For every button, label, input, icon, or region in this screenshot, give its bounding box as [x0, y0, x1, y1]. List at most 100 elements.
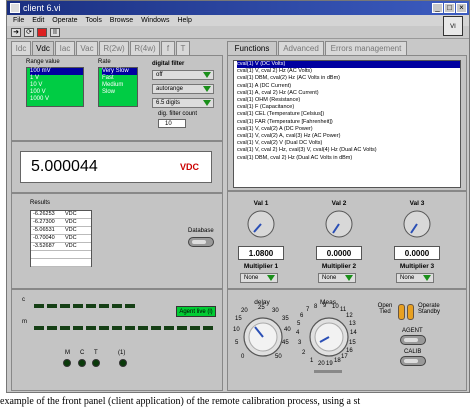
function-item[interactable]: cval(1) V, cval(2) A, cval(3) Hz (AC Pow…: [237, 133, 460, 140]
tab-errors-management[interactable]: Errors management: [325, 41, 407, 55]
meas-slider[interactable]: [314, 370, 342, 373]
title-bar: client 6.vi _ □ ×: [7, 1, 469, 15]
menu-tools[interactable]: Tools: [86, 17, 102, 24]
delay-tick: 20: [241, 308, 248, 314]
val3-knob[interactable]: [401, 208, 433, 240]
tab-vac[interactable]: Vac: [76, 41, 98, 55]
function-item[interactable]: cval(1) DBM, cval 2) Hz (Dual AC Volts i…: [237, 155, 460, 162]
range-list[interactable]: 100 mV 1 V 10 V 100 V 1000 V: [26, 67, 84, 107]
multiplier1-ring[interactable]: None: [240, 273, 278, 283]
operate-standby-toggle[interactable]: [407, 304, 414, 320]
run-arrow-icon[interactable]: ➜: [11, 28, 21, 37]
meas-tick: 1: [310, 358, 314, 364]
indicator-bar: [190, 326, 200, 330]
menu-edit[interactable]: Edit: [32, 17, 44, 24]
function-item[interactable]: cval(1) A, cval 2) Hz (AC Current): [237, 90, 460, 97]
tab-vdc[interactable]: Vdc: [32, 41, 54, 55]
result-row: [31, 251, 91, 259]
run-continuous-icon[interactable]: ⟳: [24, 28, 34, 37]
reading-display: 5.000044 VDC: [20, 151, 212, 183]
menu-help[interactable]: Help: [177, 17, 191, 24]
range-item[interactable]: 1000 V: [30, 96, 83, 103]
toolbar: ➜ ⟳ II VI: [7, 16, 469, 39]
rate-list[interactable]: Very Slow Fast Medium Slow: [98, 67, 138, 107]
function-item[interactable]: cval(1) V, cval(2) V (Dual DC Volts): [237, 140, 460, 147]
function-item[interactable]: cval(1) OHM (Resistance): [237, 97, 460, 104]
results-list[interactable]: -6.26253 VDC -6.27300 VDC -5.06531 VDC -0.7…: [30, 210, 92, 267]
val1-knob[interactable]: [245, 208, 277, 240]
range-label: Range value: [26, 59, 60, 65]
app-icon: [10, 3, 20, 13]
rate-item[interactable]: Very Slow: [102, 68, 137, 75]
calib-label: CALIB: [404, 349, 422, 355]
function-item[interactable]: cval(1) V, cval 2) Hz, cval(3) V, cval(4…: [237, 147, 460, 154]
function-item[interactable]: cval(1) FAR (Temperature [Fahrenheit]): [237, 119, 460, 126]
multiplier2-ring[interactable]: None: [318, 273, 356, 283]
result-row: -3.52687 VDC: [31, 243, 91, 251]
function-item[interactable]: cval(1) A (DC Current): [237, 83, 460, 90]
menu-operate[interactable]: Operate: [52, 17, 77, 24]
range-item[interactable]: 1 V: [30, 75, 83, 82]
result-value: -0.70040: [33, 235, 55, 241]
tab-iac[interactable]: Iac: [55, 41, 75, 55]
result-unit: VDC: [65, 243, 77, 249]
function-item[interactable]: cval(1) V, cval(2) A (DC Power): [237, 126, 460, 133]
indicator-bar: [203, 326, 213, 330]
app-window: client 6.vi _ □ × File Edit Operate Tool…: [6, 0, 470, 393]
tab-f[interactable]: f: [161, 41, 175, 55]
tab-idc[interactable]: Idc: [11, 41, 31, 55]
val2-field[interactable]: 0.0000: [316, 246, 362, 260]
indicator-bar: [47, 326, 57, 330]
function-item[interactable]: cval(1) F (Capacitance): [237, 104, 460, 111]
agent-button[interactable]: [400, 335, 426, 345]
range-mode-ring[interactable]: autorange: [152, 84, 214, 94]
led-m-label: M: [65, 350, 70, 356]
meas-tick: 4: [296, 330, 300, 336]
tab-r4w[interactable]: R(4w): [130, 41, 160, 55]
rate-item[interactable]: Slow: [102, 89, 137, 96]
vi-logo: VI: [443, 16, 463, 36]
tab-advanced[interactable]: Advanced: [278, 41, 324, 55]
indicator-bar: [34, 304, 44, 308]
minimize-button[interactable]: _: [432, 3, 443, 13]
result-value: -6.26253: [33, 211, 55, 217]
open-tied-toggle[interactable]: [398, 304, 405, 320]
val2-knob[interactable]: [323, 208, 355, 240]
menu-browse[interactable]: Browse: [110, 17, 133, 24]
tab-t[interactable]: T: [176, 41, 190, 55]
delay-tick: 0: [241, 354, 245, 360]
pause-icon[interactable]: II: [50, 28, 60, 37]
result-value: -6.27300: [33, 219, 55, 225]
close-button[interactable]: ×: [456, 3, 467, 13]
delay-tick: 35: [282, 316, 289, 322]
control-panel: delay 0 5 10 15 20 25 30 35 40 45 50 Mea…: [227, 289, 467, 391]
digits-ring[interactable]: 6.5 digits: [152, 98, 214, 108]
abort-icon[interactable]: [37, 28, 47, 37]
database-button[interactable]: [188, 237, 214, 247]
range-item[interactable]: 100 V: [30, 89, 83, 96]
indicator-bar: [112, 326, 122, 330]
function-item[interactable]: cval(1) DBM, cval(2) Hz (AC Volts in dBm…: [237, 75, 460, 82]
digital-filter-label: digital filter: [152, 61, 185, 67]
range-item[interactable]: 10 V: [30, 82, 83, 89]
rate-item[interactable]: Fast: [102, 75, 137, 82]
menu-windows[interactable]: Windows: [141, 17, 169, 24]
function-item[interactable]: cval(1) V, cval 2) Hz (AC Volts): [237, 68, 460, 75]
multiplier3-ring[interactable]: None: [396, 273, 434, 283]
filter-count-field[interactable]: 10: [158, 119, 186, 128]
range-item[interactable]: 100 mV: [30, 68, 83, 75]
maximize-button[interactable]: □: [444, 3, 455, 13]
val3-field[interactable]: 0.0000: [394, 246, 440, 260]
rate-item[interactable]: Medium: [102, 82, 137, 89]
menu-file[interactable]: File: [13, 17, 24, 24]
calib-button[interactable]: [400, 356, 426, 366]
functions-list[interactable]: cval(1) V (DC Volts) cval(1) V, cval 2) …: [233, 60, 461, 188]
indicator-bar: [73, 304, 83, 308]
val1-field[interactable]: 1.0800: [238, 246, 284, 260]
meas-tick: 12: [346, 313, 353, 319]
tab-functions[interactable]: Functions: [227, 41, 277, 55]
function-item[interactable]: cval(1) V (DC Volts): [237, 61, 460, 69]
tab-r2w[interactable]: R(2w): [99, 41, 129, 55]
filter-mode-ring[interactable]: off: [152, 70, 214, 80]
function-item[interactable]: cval(1) CEL (Temperature [Celsius]): [237, 111, 460, 118]
